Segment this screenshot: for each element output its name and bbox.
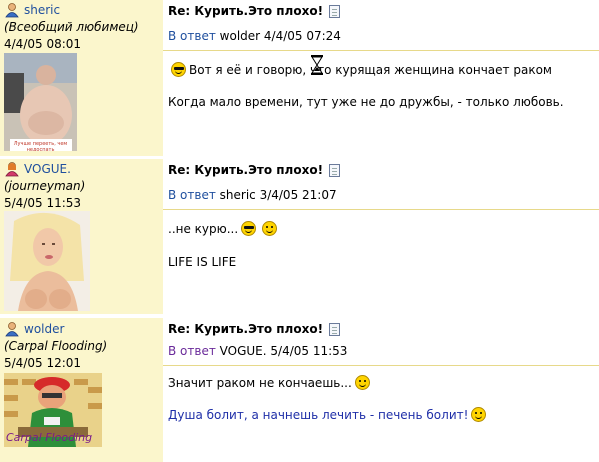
user-icon xyxy=(4,161,20,177)
post-line-text: Значит раком не кончаешь... xyxy=(168,375,352,390)
avatar-caption: Carpal Flooding xyxy=(6,431,93,444)
post-content: Re: Курить.Это плохо! В ответ wolder 4/4… xyxy=(163,0,599,156)
reply-link[interactable]: В ответ xyxy=(168,29,216,43)
divider xyxy=(163,209,599,210)
author-row: VOGUE. xyxy=(4,161,71,177)
author-title: (Всеобщий любимец) xyxy=(4,20,139,34)
subject-text[interactable]: Re: Курить.Это плохо! xyxy=(168,322,323,336)
smiley-icon xyxy=(262,221,278,236)
avatar xyxy=(4,211,90,311)
hourglass-cursor-icon xyxy=(311,55,323,75)
smiley-icon xyxy=(354,375,370,390)
post-author-panel: VOGUE. (journeyman) 5/4/05 11:53 xyxy=(0,159,163,314)
post-line: Вот я её и говорю, что курящая женщина к… xyxy=(168,62,552,77)
author-title: (Carpal Flooding) xyxy=(4,339,108,353)
divider xyxy=(163,50,599,51)
post-line: Когда мало времени, тут уже не до дружбы… xyxy=(168,95,564,109)
signature-line: Душа болит, а начнешь лечить - печень бо… xyxy=(168,407,489,422)
cool-smiley-icon xyxy=(171,62,186,77)
doc-icon[interactable] xyxy=(329,4,341,18)
reply-info: В ответ wolder 4/4/05 07:24 xyxy=(168,29,341,43)
reply-target: VOGUE. 5/4/05 11:53 xyxy=(219,344,348,358)
subject-text[interactable]: Re: Курить.Это плохо! xyxy=(168,163,323,177)
doc-icon[interactable] xyxy=(329,163,341,177)
reply-link[interactable]: В ответ xyxy=(168,188,216,202)
user-icon xyxy=(4,321,20,337)
divider xyxy=(163,365,599,366)
post-subject: Re: Курить.Это плохо! xyxy=(168,4,341,18)
avatar: Carpal Flooding xyxy=(4,373,102,447)
post-date: 4/4/05 08:01 xyxy=(4,37,82,51)
avatar: Лучше перееть, чем недоспать xyxy=(4,53,77,151)
author-title: (journeyman) xyxy=(4,179,86,193)
reply-info: В ответ sheric 3/4/05 21:07 xyxy=(168,188,337,202)
post-author-panel: wolder (Carpal Flooding) 5/4/05 12:01 Ca… xyxy=(0,318,163,462)
smiley-icon xyxy=(471,407,487,422)
post-line: LIFE IS LIFE xyxy=(168,255,236,269)
author-name[interactable]: wolder xyxy=(24,322,64,336)
post-wolder: wolder (Carpal Flooding) 5/4/05 12:01 Ca… xyxy=(0,318,599,462)
reply-info: В ответ VOGUE. 5/4/05 11:53 xyxy=(168,344,347,358)
post-line-text: ..не курю... xyxy=(168,221,239,236)
post-subject: Re: Курить.Это плохо! xyxy=(168,322,341,336)
post-line: ..не курю... xyxy=(168,221,280,236)
post-date: 5/4/05 11:53 xyxy=(4,196,82,210)
post-vogue: VOGUE. (journeyman) 5/4/05 11:53 Re: Кур… xyxy=(0,159,599,314)
user-icon xyxy=(4,2,20,18)
author-name[interactable]: VOGUE. xyxy=(24,162,71,176)
signature-text: Душа болит, а начнешь лечить - печень бо… xyxy=(168,407,469,422)
author-name[interactable]: sheric xyxy=(24,3,60,17)
author-row: sheric xyxy=(4,2,60,18)
post-line-text: Когда мало времени, тут уже не до дружбы… xyxy=(168,95,564,109)
reply-link[interactable]: В ответ xyxy=(168,344,216,358)
post-subject: Re: Курить.Это плохо! xyxy=(168,163,341,177)
subject-text[interactable]: Re: Курить.Это плохо! xyxy=(168,4,323,18)
avatar-caption: Лучше перееть, чем недоспать xyxy=(13,141,68,151)
doc-icon[interactable] xyxy=(329,322,341,336)
cool-smiley-icon xyxy=(241,221,257,236)
post-content: Re: Курить.Это плохо! В ответ VOGUE. 5/4… xyxy=(163,318,599,462)
post-line-text: Вот я её и говорю, что курящая женщина к… xyxy=(189,62,552,77)
post-content: Re: Курить.Это плохо! В ответ sheric 3/4… xyxy=(163,159,599,314)
post-sheric: sheric (Всеобщий любимец) 4/4/05 08:01 Л… xyxy=(0,0,599,156)
post-line: Значит раком не кончаешь... xyxy=(168,375,373,390)
reply-target: sheric 3/4/05 21:07 xyxy=(219,188,337,202)
author-row: wolder xyxy=(4,321,64,337)
post-date: 5/4/05 12:01 xyxy=(4,356,82,370)
reply-target: wolder 4/4/05 07:24 xyxy=(219,29,341,43)
post-line-text: LIFE IS LIFE xyxy=(168,255,237,269)
post-author-panel: sheric (Всеобщий любимец) 4/4/05 08:01 Л… xyxy=(0,0,163,156)
